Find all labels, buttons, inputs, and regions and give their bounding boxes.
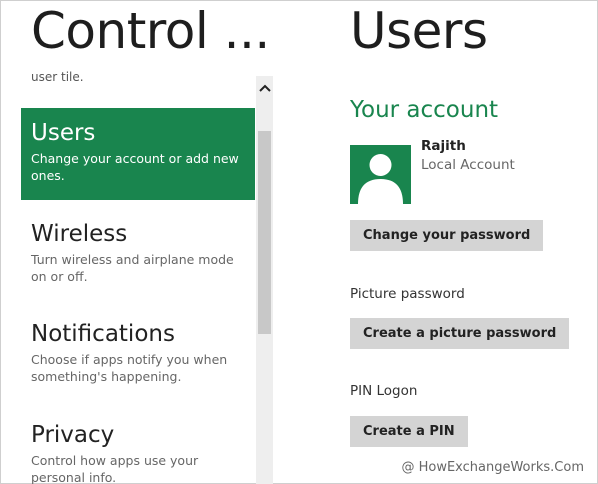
menu-item-desc: Control how apps use your personal info. — [31, 453, 199, 484]
menu-item-name: Notifications — [31, 321, 175, 347]
chevron-up-icon[interactable] — [256, 78, 273, 98]
menu-item-users[interactable]: Users Change your account or add new one… — [21, 108, 255, 200]
change-password-button[interactable]: Change your password — [350, 220, 544, 251]
menu-item-desc: Change your account or add new ones. — [31, 151, 239, 183]
picture-password-label: Picture password — [350, 286, 465, 302]
pin-logon-label: PIN Logon — [350, 383, 418, 399]
account-type: Local Account — [421, 157, 515, 173]
menu-scrollbar[interactable] — [256, 76, 273, 484]
scroll-thumb[interactable] — [258, 131, 271, 334]
watermark-text: @ HowExchangeWorks.Com — [401, 460, 584, 475]
users-page-title: Users — [350, 2, 488, 60]
previous-item-text: user tile. — [31, 70, 84, 84]
create-picture-password-button[interactable]: Create a picture password — [350, 318, 570, 349]
menu-item-name: Users — [31, 120, 96, 146]
settings-menu: user tile. Users Change your account or … — [21, 66, 255, 484]
menu-item-desc: Turn wireless and airplane mode on or of… — [31, 252, 234, 284]
user-avatar-icon — [350, 145, 411, 204]
menu-item-name: Wireless — [31, 221, 128, 247]
user-name: Rajith — [421, 138, 466, 154]
menu-item-notifications[interactable]: Notifications Choose if apps notify you … — [21, 309, 255, 401]
menu-item-privacy[interactable]: Privacy Control how apps use your person… — [21, 410, 255, 484]
create-pin-button[interactable]: Create a PIN — [350, 416, 468, 447]
menu-item-name: Privacy — [31, 422, 115, 448]
your-account-heading: Your account — [350, 97, 499, 123]
menu-item-desc: Choose if apps notify you when something… — [31, 352, 228, 384]
control-panel-title: Control ... — [31, 2, 270, 60]
menu-item-wireless[interactable]: Wireless Turn wireless and airplane mode… — [21, 209, 255, 301]
